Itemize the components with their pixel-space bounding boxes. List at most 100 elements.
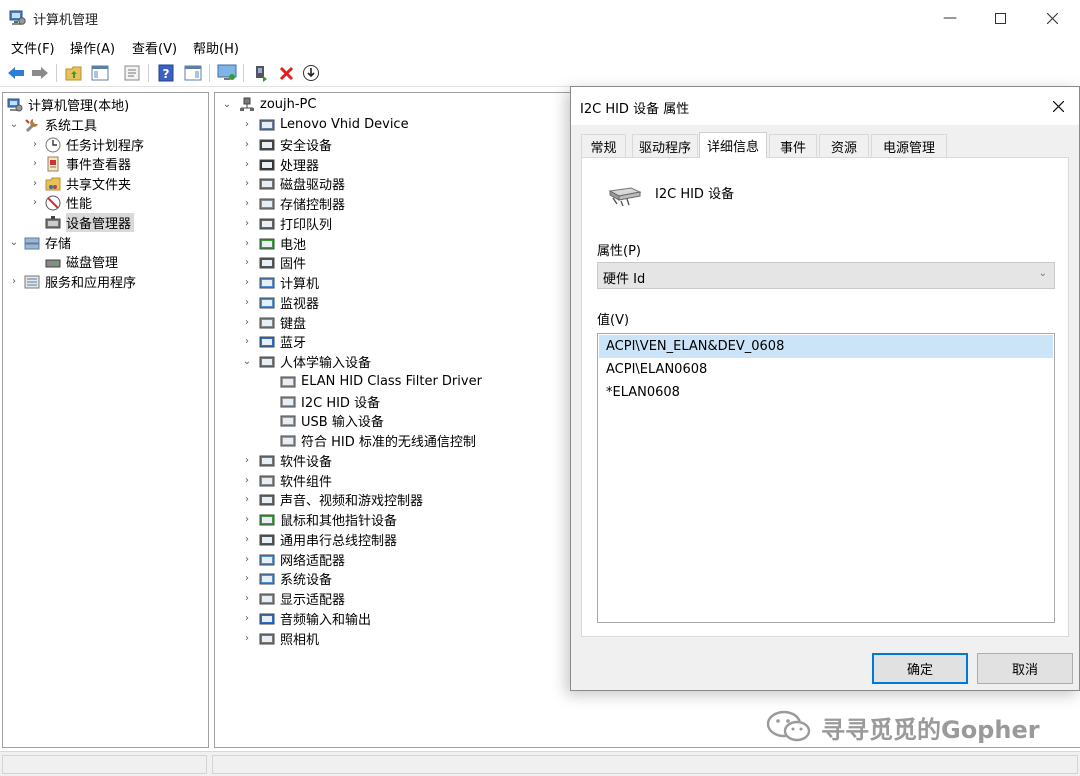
tree-item-device-category[interactable]: › 系统设备 — [241, 569, 332, 588]
tree-item-disk-management[interactable]: 磁盘管理 — [41, 252, 118, 271]
tree-item-device-category[interactable]: › 键盘 — [241, 313, 306, 332]
up-one-level-button[interactable] — [63, 62, 85, 84]
scan-hardware-button[interactable] — [216, 62, 238, 84]
tree-item-device-category[interactable]: › 固件 — [241, 253, 306, 272]
tab-power-management[interactable]: 电源管理 — [871, 134, 947, 157]
tree-item-system-tools[interactable]: ⌄ 系统工具 — [8, 115, 97, 134]
tree-root[interactable]: 计算机管理(本地) — [7, 95, 129, 114]
tree-item-services-apps[interactable]: › 服务和应用程序 — [8, 272, 136, 291]
tree-item-device-category[interactable]: › 显示适配器 — [241, 589, 345, 608]
value-list-item[interactable]: *ELAN0608 — [599, 381, 1053, 404]
back-button[interactable] — [5, 62, 27, 84]
tree-item-event-viewer[interactable]: › 事件查看器 — [29, 154, 131, 173]
chevron-right-icon[interactable]: › — [8, 272, 20, 291]
chevron-right-icon[interactable]: › — [241, 471, 253, 490]
chevron-down-icon[interactable]: ⌄ — [221, 95, 233, 114]
chevron-right-icon[interactable]: › — [241, 174, 253, 193]
help-button[interactable]: ? — [155, 62, 177, 84]
forward-button[interactable] — [29, 62, 51, 84]
properties-button[interactable] — [121, 62, 143, 84]
tree-item-device-category[interactable]: › 处理器 — [241, 155, 319, 174]
tree-item-device-category[interactable]: › 计算机 — [241, 273, 319, 292]
menu-help[interactable]: 帮助(H) — [193, 38, 239, 57]
ok-button[interactable]: 确定 — [872, 653, 968, 684]
chevron-right-icon[interactable]: › — [241, 589, 253, 608]
chevron-right-icon[interactable]: › — [241, 609, 253, 628]
tree-item-device-category[interactable]: › 音频输入和输出 — [241, 609, 371, 628]
tree-item-device-category[interactable]: › 照相机 — [241, 629, 319, 648]
chevron-right-icon[interactable]: › — [241, 569, 253, 588]
tree-item-device-category[interactable]: ⌄ 人体学输入设备 — [241, 352, 371, 371]
tree-item-performance[interactable]: › 性能 — [29, 193, 92, 212]
tree-item-device-category[interactable]: › 存储控制器 — [241, 194, 345, 213]
chevron-right-icon[interactable]: › — [29, 135, 41, 154]
disable-device-button[interactable] — [300, 62, 322, 84]
tab-events[interactable]: 事件 — [769, 134, 817, 157]
tab-driver[interactable]: 驱动程序 — [632, 134, 698, 157]
tree-item-device-category[interactable]: › Lenovo Vhid Device — [241, 115, 409, 134]
tree-item-task-scheduler[interactable]: › 任务计划程序 — [29, 135, 144, 154]
update-driver-button[interactable] — [250, 62, 272, 84]
cancel-button[interactable]: 取消 — [977, 653, 1073, 684]
tree-item-hid-device[interactable]: I2C HID 设备 — [274, 392, 380, 411]
uninstall-device-button[interactable] — [275, 62, 297, 84]
tree-item-device-manager[interactable]: 设备管理器 — [41, 213, 135, 232]
chevron-down-icon[interactable]: ⌄ — [8, 233, 20, 252]
menu-view[interactable]: 查看(V) — [132, 38, 177, 57]
tree-item-shared-folders[interactable]: › 共享文件夹 — [29, 174, 131, 193]
chevron-right-icon[interactable]: › — [241, 293, 253, 312]
chevron-right-icon[interactable]: › — [241, 332, 253, 351]
chevron-right-icon[interactable]: › — [241, 629, 253, 648]
chevron-right-icon[interactable]: › — [241, 194, 253, 213]
tree-item-device-category[interactable]: › 网络适配器 — [241, 550, 345, 569]
maximize-button[interactable] — [977, 0, 1023, 36]
chevron-right-icon[interactable]: › — [241, 530, 253, 549]
chevron-right-icon[interactable]: › — [241, 135, 253, 154]
tree-item-device-category[interactable]: › 鼠标和其他指针设备 — [241, 510, 397, 529]
tree-item-device-category[interactable]: › 安全设备 — [241, 135, 332, 154]
chevron-down-icon[interactable]: ⌄ — [8, 115, 20, 134]
tree-item-device-category[interactable]: › 磁盘驱动器 — [241, 174, 345, 193]
chevron-right-icon[interactable]: › — [241, 155, 253, 174]
chevron-right-icon[interactable]: › — [241, 451, 253, 470]
chevron-right-icon[interactable]: › — [29, 193, 41, 212]
chevron-right-icon[interactable]: › — [241, 115, 253, 134]
chevron-right-icon[interactable]: › — [241, 253, 253, 272]
chevron-right-icon[interactable]: › — [241, 273, 253, 292]
chevron-down-icon[interactable]: ⌄ — [241, 352, 253, 371]
value-list-item[interactable]: ACPI\ELAN0608 — [599, 358, 1053, 381]
chevron-right-icon[interactable]: › — [241, 313, 253, 332]
tree-item-hid-device[interactable]: USB 输入设备 — [274, 411, 384, 430]
menu-action[interactable]: 操作(A) — [70, 38, 115, 57]
tab-details[interactable]: 详细信息 — [699, 132, 767, 158]
tree-item-device-category[interactable]: › 打印队列 — [241, 214, 332, 233]
tree-item-device-category[interactable]: › 电池 — [241, 234, 306, 253]
chevron-right-icon[interactable]: › — [241, 490, 253, 509]
tree-item-storage[interactable]: ⌄ 存储 — [8, 233, 71, 252]
minimize-button[interactable]: — — [927, 0, 973, 36]
tree-item-device-category[interactable]: › 蓝牙 — [241, 332, 306, 351]
property-dropdown[interactable]: 硬件 Id ⌄ — [597, 262, 1055, 289]
show-hide-tree-button[interactable] — [89, 62, 111, 84]
chevron-right-icon[interactable]: › — [29, 174, 41, 193]
tree-item-hid-device[interactable]: ELAN HID Class Filter Driver — [274, 372, 482, 391]
chevron-right-icon[interactable]: › — [29, 154, 41, 173]
tree-item-device-category[interactable]: › 监视器 — [241, 293, 319, 312]
tree-item-device-category[interactable]: › 软件设备 — [241, 451, 332, 470]
tree-item-device-category[interactable]: › 通用串行总线控制器 — [241, 530, 397, 549]
action-pane-button[interactable] — [182, 62, 204, 84]
tree-item-hid-device[interactable]: 符合 HID 标准的无线通信控制 — [274, 431, 476, 450]
dialog-close-button[interactable] — [1037, 87, 1079, 125]
tab-general[interactable]: 常规 — [581, 134, 626, 157]
value-listbox[interactable]: ACPI\VEN_ELAN&DEV_0608 ACPI\ELAN0608 *EL… — [597, 333, 1055, 623]
chevron-right-icon[interactable]: › — [241, 214, 253, 233]
tab-resources[interactable]: 资源 — [819, 134, 869, 157]
tree-item-device-category[interactable]: › 软件组件 — [241, 471, 332, 490]
chevron-right-icon[interactable]: › — [241, 510, 253, 529]
chevron-right-icon[interactable]: › — [241, 550, 253, 569]
close-window-button[interactable] — [1029, 0, 1075, 36]
menu-file[interactable]: 文件(F) — [11, 38, 55, 57]
tree-item-computer[interactable]: ⌄ zoujh-PC — [221, 95, 316, 114]
chevron-right-icon[interactable]: › — [241, 234, 253, 253]
value-list-item[interactable]: ACPI\VEN_ELAN&DEV_0608 — [599, 335, 1053, 358]
